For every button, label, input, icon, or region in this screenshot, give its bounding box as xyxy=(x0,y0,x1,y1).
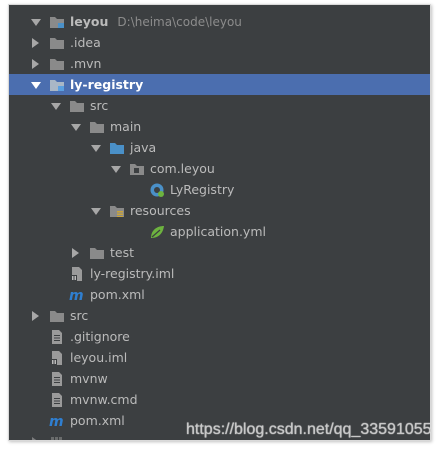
tree-row-idea[interactable]: .idea xyxy=(9,32,430,53)
tree-row-label: leyou xyxy=(70,14,109,29)
tree-row-root-src[interactable]: src xyxy=(9,305,430,326)
tree-row-label: resources xyxy=(130,203,191,218)
tree-row-java[interactable]: java xyxy=(9,137,430,158)
expand-arrow-icon[interactable] xyxy=(31,310,41,321)
tree-row-label: java xyxy=(130,140,157,155)
tree-row-gitignore[interactable]: .gitignore xyxy=(9,326,430,347)
tree-row-label: leyou.iml xyxy=(70,350,128,365)
library-icon xyxy=(49,434,65,440)
expand-arrow-icon[interactable] xyxy=(71,247,81,258)
tree-row-label: .idea xyxy=(70,35,101,50)
expand-arrow-icon xyxy=(31,436,41,440)
spring-config-icon xyxy=(149,224,165,240)
expand-arrow-icon[interactable] xyxy=(51,101,61,111)
folder-icon xyxy=(89,245,105,261)
svg-text:m: m xyxy=(49,414,64,429)
tree-row-label: mvnw.cmd xyxy=(70,392,138,407)
tree-row-label: src xyxy=(70,308,89,323)
module-folder-icon xyxy=(49,14,65,30)
expand-arrow-icon[interactable] xyxy=(31,80,41,90)
tree-row-main[interactable]: main xyxy=(9,116,430,137)
tree-row-ly-registry[interactable]: ly-registry xyxy=(9,74,430,95)
expand-arrow-icon[interactable] xyxy=(91,143,101,153)
tree-row-ly-registry-iml[interactable]: ly-registry.iml xyxy=(9,263,430,284)
expand-arrow-icon[interactable] xyxy=(31,58,41,69)
tree-row-label: mvnw xyxy=(70,371,108,386)
package-icon xyxy=(129,161,145,177)
tree-row-pom-xml[interactable]: m pom.xml xyxy=(9,284,430,305)
iml-file-icon xyxy=(49,350,65,366)
tree-row-test[interactable]: test xyxy=(9,242,430,263)
tree-row-label: test xyxy=(110,245,135,260)
tree-row-label: pom.xml xyxy=(90,287,145,302)
tree-row-mvn[interactable]: .mvn xyxy=(9,53,430,74)
spring-boot-class-icon xyxy=(149,182,165,198)
tree-row-resources[interactable]: resources xyxy=(9,200,430,221)
text-file-icon xyxy=(49,392,65,408)
tree-row-label: com.leyou xyxy=(150,161,215,176)
tree-row-label: src xyxy=(90,98,109,113)
text-file-icon xyxy=(49,371,65,387)
project-tree-panel: leyou D:\heima\code\leyou .idea .mvn ly-… xyxy=(8,4,431,441)
tree-row-label: main xyxy=(110,119,142,134)
tree-row-leyou-iml[interactable]: leyou.iml xyxy=(9,347,430,368)
expand-arrow-icon[interactable] xyxy=(91,206,101,216)
expand-arrow-icon[interactable] xyxy=(31,17,41,27)
tree-row-label: application.yml xyxy=(170,224,266,239)
tree-row-application-yml[interactable]: application.yml xyxy=(9,221,430,242)
tree-row-label: pom.xml xyxy=(70,413,125,428)
tree-row-com-leyou[interactable]: com.leyou xyxy=(9,158,430,179)
iml-file-icon xyxy=(69,266,85,282)
folder-icon xyxy=(49,35,65,51)
tree-row-label: ly-registry.iml xyxy=(90,266,175,281)
folder-icon xyxy=(89,119,105,135)
module-folder-icon xyxy=(49,77,65,93)
tree-row-label: .gitignore xyxy=(70,329,130,344)
tree-row-mvnw[interactable]: mvnw xyxy=(9,368,430,389)
tree-row-src[interactable]: src xyxy=(9,95,430,116)
expand-arrow-icon[interactable] xyxy=(31,37,41,48)
maven-icon: m xyxy=(69,287,85,303)
tree-row-label: ly-registry xyxy=(70,77,144,92)
folder-icon xyxy=(49,56,65,72)
folder-icon xyxy=(49,308,65,324)
svg-text:m: m xyxy=(69,288,84,303)
text-file-icon xyxy=(49,329,65,345)
expand-arrow-icon[interactable] xyxy=(111,164,121,174)
tree-row-mvnw-cmd[interactable]: mvnw.cmd xyxy=(9,389,430,410)
project-path: D:\heima\code\leyou xyxy=(117,14,242,29)
tree-row-lyregistry[interactable]: LyRegistry xyxy=(9,179,430,200)
resources-folder-icon xyxy=(109,203,125,219)
tree-row-label: .mvn xyxy=(70,56,102,71)
tree-row-leyou[interactable]: leyou D:\heima\code\leyou xyxy=(9,11,430,32)
maven-icon: m xyxy=(49,413,65,429)
tree-row-label: LyRegistry xyxy=(170,182,235,197)
source-folder-icon xyxy=(109,140,125,156)
expand-arrow-icon[interactable] xyxy=(71,122,81,132)
folder-icon xyxy=(69,98,85,114)
watermark: https://blog.csdn.net/qq_33591055 xyxy=(186,421,432,438)
